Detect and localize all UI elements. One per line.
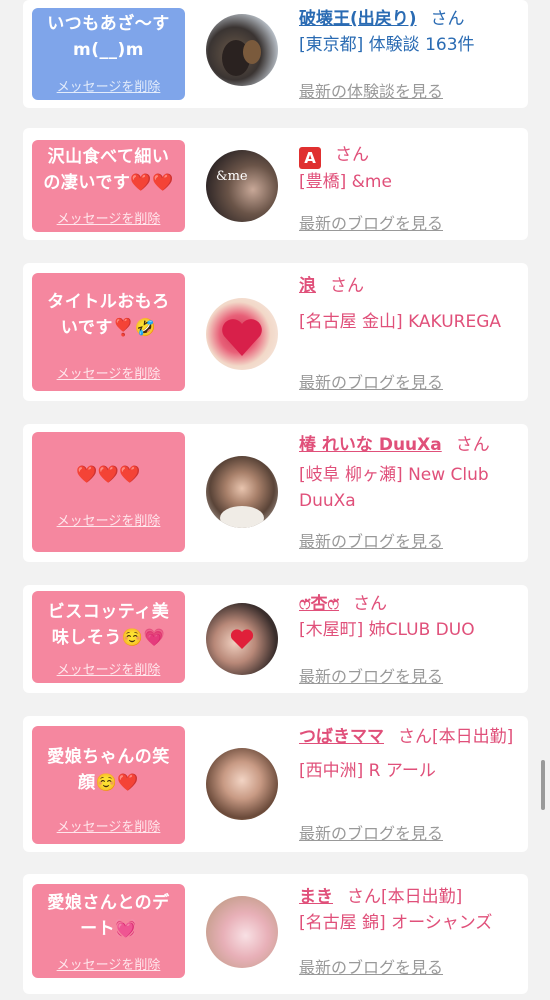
user-name-link[interactable]: 破壊王(出戻り) (299, 9, 417, 29)
message-text: 愛娘さんとのデート💓 (47, 893, 170, 939)
message-bubble: 愛娘ちゃんの笑顔☺️❤️ メッセージを削除 (32, 726, 185, 844)
avatar[interactable]: &me (206, 150, 278, 222)
delete-message-link[interactable]: メッセージを削除 (32, 363, 185, 382)
avatar[interactable] (206, 456, 278, 528)
message-text: いつもあざ〜すm(__)m (47, 14, 170, 60)
user-details: [木屋町] 姉CLUB DUO (299, 620, 475, 640)
woman-photo-icon: &me (216, 169, 248, 184)
message-bubble: ビスコッティ美味しそう☺️💗 メッセージを削除 (32, 591, 185, 683)
avatar[interactable] (206, 298, 278, 370)
user-info: A さん [豊橋] &me (299, 142, 521, 195)
message-card: 愛娘ちゃんの笑顔☺️❤️ メッセージを削除 つばきママ さん[本日出勤] [西中洲… (23, 716, 528, 852)
woman-photo-icon (230, 629, 254, 649)
delete-message-link[interactable]: メッセージを削除 (32, 76, 185, 95)
message-card: ❤️❤️❤️ メッセージを削除 椿 れいな DuuXa さん [岐阜 柳ヶ瀬] N… (23, 424, 528, 562)
woman-photo-icon (222, 319, 262, 356)
name-suffix: さん (353, 594, 388, 614)
avatar[interactable] (206, 748, 278, 820)
message-text: 沢山食べて細いの凄いです❤️❤️ (43, 147, 174, 193)
message-card: タイトルおもろいです❣️🤣 メッセージを削除 浪さん [名古屋 金山] KAKU… (23, 263, 528, 401)
woman-photo-icon (220, 506, 264, 528)
name-suffix: さん[本日出勤] (347, 887, 463, 907)
avatar[interactable] (206, 603, 278, 675)
user-name-link[interactable]: ෆ̈杏ෆ̈ (299, 594, 339, 614)
user-info: 椿 れいな DuuXa さん [岐阜 柳ヶ瀬] New Club DuuXa (299, 432, 521, 514)
message-card: 沢山食べて細いの凄いです❤️❤️ メッセージを削除 &me A さん [豊橋] &… (23, 128, 528, 240)
message-bubble: ❤️❤️❤️ メッセージを削除 (32, 432, 185, 552)
delete-message-link[interactable]: メッセージを削除 (32, 208, 185, 227)
user-info: 破壊王(出戻り) さん [東京都] 体験談 163件 (299, 6, 521, 58)
message-card: ビスコッティ美味しそう☺️💗 メッセージを削除 ෆ̈杏ෆ̈ さん [木屋町] 姉C… (23, 585, 528, 693)
message-bubble: 愛娘さんとのデート💓 メッセージを削除 (32, 884, 185, 978)
user-info: 浪さん [名古屋 金山] KAKUREGA (299, 273, 521, 335)
user-details: [岐阜 柳ヶ瀬] New Club DuuXa (299, 465, 489, 511)
delete-message-link[interactable]: メッセージを削除 (32, 510, 185, 529)
user-details: [名古屋 錦] オーシャンズ (299, 913, 493, 933)
latest-review-link[interactable]: 最新の体験談を見る (299, 78, 443, 102)
user-info: つばきママ さん[本日出勤] [西中洲] R アール (299, 724, 521, 784)
user-name-link[interactable]: 浪 (299, 276, 316, 296)
latest-blog-link[interactable]: 最新のブログを見る (299, 528, 443, 552)
message-text: ビスコッティ美味しそう☺️💗 (47, 602, 170, 648)
name-suffix: さん (455, 435, 490, 455)
name-suffix: さん[本日出勤] (398, 727, 514, 747)
message-text: 愛娘ちゃんの笑顔☺️❤️ (47, 747, 170, 793)
svg-text:&me: &me (216, 169, 248, 184)
name-suffix: さん (430, 9, 465, 29)
delete-message-link[interactable]: メッセージを削除 (32, 816, 185, 835)
user-info: ෆ̈杏ෆ̈ さん [木屋町] 姉CLUB DUO (299, 591, 521, 643)
avatar[interactable] (206, 896, 278, 968)
user-name-link[interactable]: 椿 れいな DuuXa (299, 435, 442, 455)
avatar[interactable] (206, 14, 278, 86)
user-name-link[interactable]: まき (299, 887, 333, 907)
user-details: [豊橋] &me (299, 172, 392, 192)
user-details: [西中洲] R アール (299, 761, 436, 781)
horse-icon (222, 40, 261, 76)
user-name-link[interactable]: A (299, 145, 321, 169)
delete-message-link[interactable]: メッセージを削除 (32, 954, 185, 973)
latest-blog-link[interactable]: 最新のブログを見る (299, 369, 443, 393)
latest-blog-link[interactable]: 最新のブログを見る (299, 210, 443, 234)
name-suffix: さん (335, 145, 369, 165)
message-bubble: タイトルおもろいです❣️🤣 メッセージを削除 (32, 273, 185, 391)
latest-blog-link[interactable]: 最新のブログを見る (299, 954, 443, 978)
message-text: ❤️❤️❤️ (75, 465, 141, 485)
scrollbar[interactable] (541, 760, 545, 810)
latest-blog-link[interactable]: 最新のブログを見る (299, 663, 443, 687)
user-name-link[interactable]: つばきママ (299, 727, 384, 747)
latest-blog-link[interactable]: 最新のブログを見る (299, 820, 443, 844)
message-bubble: いつもあざ〜すm(__)m メッセージを削除 (32, 8, 185, 100)
message-card: いつもあざ〜すm(__)m メッセージを削除 破壊王(出戻り) さん [東京都] … (23, 0, 528, 108)
user-info: まき さん[本日出勤] [名古屋 錦] オーシャンズ (299, 884, 521, 936)
user-details: [東京都] 体験談 163件 (299, 35, 475, 55)
user-details: [名古屋 金山] KAKUREGA (299, 312, 502, 332)
delete-message-link[interactable]: メッセージを削除 (32, 659, 185, 678)
message-bubble: 沢山食べて細いの凄いです❤️❤️ メッセージを削除 (32, 140, 185, 232)
letter-a-badge-icon: A (299, 147, 321, 169)
name-suffix: さん (330, 276, 364, 296)
message-card: 愛娘さんとのデート💓 メッセージを削除 まき さん[本日出勤] [名古屋 錦] オ… (23, 874, 528, 994)
message-text: タイトルおもろいです❣️🤣 (47, 292, 170, 338)
